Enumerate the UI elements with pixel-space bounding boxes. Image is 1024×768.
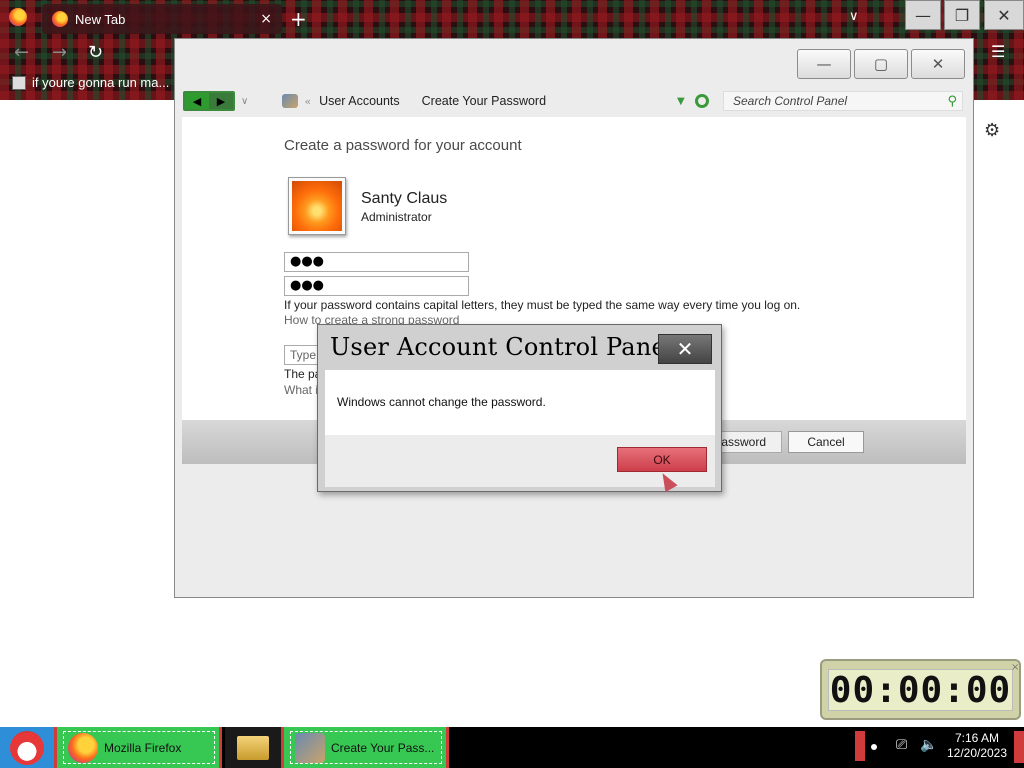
- page-title: Create a password for your account: [284, 137, 522, 154]
- cp-forward-button[interactable]: ▶: [209, 93, 233, 109]
- search-box[interactable]: Search Control Panel ⚲: [723, 91, 963, 111]
- dialog-message: Windows cannot change the password.: [337, 395, 546, 409]
- taskbar-item-control-panel[interactable]: Create Your Pass...: [281, 727, 449, 768]
- cancel-button[interactable]: Cancel: [788, 431, 864, 453]
- browser-restore-button[interactable]: ❐: [944, 0, 980, 30]
- bookmark-item[interactable]: if youre gonna run ma...: [12, 75, 169, 90]
- new-password-field[interactable]: ●●●: [284, 252, 469, 272]
- volume-icon[interactable]: 🔈: [920, 737, 937, 753]
- cp-maximize-button[interactable]: ▢: [854, 49, 908, 79]
- breadcrumb-separator: «: [304, 94, 312, 108]
- settings-gear-icon[interactable]: ⚙: [984, 120, 1000, 141]
- search-icon[interactable]: ⚲: [947, 94, 957, 109]
- reload-button[interactable]: ↻: [88, 42, 103, 63]
- clock-date: 12/20/2023: [946, 746, 1008, 760]
- cp-back-button[interactable]: ◀: [185, 93, 209, 109]
- cp-minimize-button[interactable]: —: [797, 49, 851, 79]
- folder-icon: [237, 735, 269, 760]
- user-accounts-icon: [282, 94, 299, 108]
- breadcrumb-user-accounts[interactable]: User Accounts: [319, 94, 400, 108]
- control-panel-window: — ▢ ✕ ◀ ▶ ∨ « User Accounts Create Your …: [174, 38, 974, 598]
- cp-close-button[interactable]: ✕: [911, 49, 965, 79]
- hint-note: The pa: [284, 367, 322, 381]
- address-bar: ◀ ▶ ∨ « User Accounts Create Your Passwo…: [183, 87, 967, 115]
- tab-new-tab[interactable]: New Tab ×: [42, 4, 282, 34]
- back-button[interactable]: ←: [14, 42, 29, 63]
- error-dialog: User Account Control Panel ✕ Windows can…: [317, 324, 722, 492]
- hint-help-link[interactable]: What i: [284, 383, 318, 397]
- start-button[interactable]: [0, 727, 54, 768]
- menu-button[interactable]: ☰: [991, 42, 1005, 61]
- back-forward-buttons: ◀ ▶: [183, 91, 235, 111]
- address-dropdown-icon[interactable]: ▼: [677, 96, 685, 107]
- search-input[interactable]: Search Control Panel: [733, 94, 947, 108]
- clock[interactable]: 7:16 AM 12/20/2023: [942, 731, 1012, 761]
- refresh-icon[interactable]: [695, 94, 709, 108]
- browser-minimize-button[interactable]: —: [905, 0, 941, 30]
- taskbar-firefox-label: Mozilla Firefox: [104, 740, 182, 755]
- tab-title: New Tab: [75, 11, 126, 27]
- dialog-footer: OK: [325, 435, 715, 487]
- tray-divider: [855, 731, 865, 761]
- network-icon[interactable]: ⎚: [896, 737, 907, 753]
- tray-dot-icon[interactable]: [871, 744, 877, 750]
- new-tab-button[interactable]: +: [290, 7, 307, 31]
- user-accounts-icon: [295, 732, 325, 763]
- browser-close-button[interactable]: ✕: [984, 0, 1024, 30]
- firefox-icon: [68, 732, 98, 763]
- firefox-favicon-icon: [52, 11, 68, 27]
- tab-close-icon[interactable]: ×: [260, 11, 272, 27]
- user-name: Santy Claus: [361, 190, 448, 207]
- user-avatar: [288, 177, 346, 235]
- ok-button[interactable]: OK: [617, 447, 707, 472]
- capital-letters-note: If your password contains capital letter…: [284, 298, 801, 312]
- confirm-password-field[interactable]: ●●●: [284, 276, 469, 296]
- taskbar-cp-label: Create Your Pass...: [331, 740, 435, 755]
- list-all-tabs-button[interactable]: ∨: [849, 9, 859, 24]
- dialog-body: Windows cannot change the password.: [325, 370, 715, 435]
- bookmark-label: if youre gonna run ma...: [32, 75, 170, 90]
- taskbar: Mozilla Firefox Create Your Pass... ⎚ 🔈 …: [0, 727, 1024, 768]
- santa-start-icon: [10, 730, 44, 765]
- timer-display: 00:00:00: [828, 669, 1013, 711]
- firefox-icon[interactable]: [9, 8, 27, 26]
- bookmark-icon: [12, 75, 26, 90]
- taskbar-item-explorer[interactable]: [225, 727, 281, 768]
- dialog-close-button[interactable]: ✕: [658, 334, 712, 364]
- user-role: Administrator: [361, 210, 432, 224]
- dialog-title: User Account Control Panel: [330, 333, 674, 361]
- timer-gadget: 00:00:00 ×: [820, 659, 1021, 720]
- forward-button[interactable]: →: [52, 42, 67, 63]
- breadcrumb-create-password[interactable]: Create Your Password: [422, 94, 546, 108]
- timer-close-icon[interactable]: ×: [1011, 662, 1019, 673]
- recent-pages-icon[interactable]: ∨: [241, 96, 248, 107]
- clock-time: 7:16 AM: [954, 731, 1000, 745]
- taskbar-item-firefox[interactable]: Mozilla Firefox: [54, 727, 222, 768]
- show-desktop-button[interactable]: [1014, 731, 1024, 763]
